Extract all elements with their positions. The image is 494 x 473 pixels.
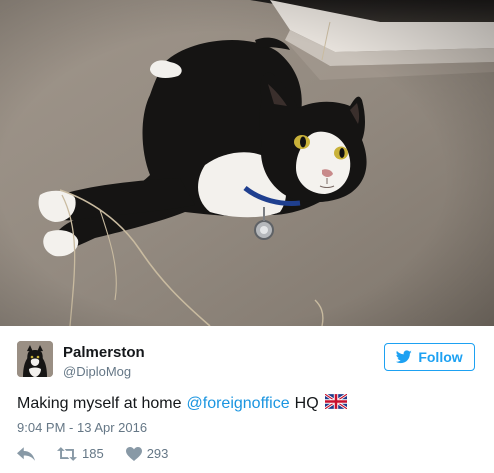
retweet-icon xyxy=(57,446,77,461)
retweet-button[interactable]: 185 xyxy=(57,446,104,461)
reply-icon xyxy=(17,446,35,461)
uk-flag-icon xyxy=(323,392,348,414)
tweet-timestamp[interactable]: 9:04 PM - 13 Apr 2016 xyxy=(17,420,147,435)
cat-photo-image xyxy=(0,0,494,326)
tweet-text: Making myself at home @foreignoffice HQ xyxy=(17,392,348,414)
tweet-actions: 185 293 xyxy=(17,446,168,461)
avatar-image xyxy=(17,341,53,377)
author-name[interactable]: Palmerston xyxy=(63,344,145,361)
tweet-photo[interactable] xyxy=(0,0,494,326)
retweet-count: 185 xyxy=(82,446,104,461)
tweet-text-part: Making myself at home xyxy=(17,395,182,412)
reply-button[interactable] xyxy=(17,446,35,461)
heart-icon xyxy=(125,446,142,461)
like-button[interactable]: 293 xyxy=(125,446,169,461)
mention-link[interactable]: @foreignoffice xyxy=(187,395,290,413)
tweet-text-part: HQ xyxy=(294,395,319,412)
follow-label: Follow xyxy=(418,349,463,365)
twitter-bird-icon xyxy=(396,350,413,364)
follow-button[interactable]: Follow xyxy=(384,343,475,371)
embedded-tweet: Palmerston @DiploMog Follow Making mysel… xyxy=(0,0,494,473)
author-handle[interactable]: @DiploMog xyxy=(63,364,131,379)
author-avatar[interactable] xyxy=(17,341,53,377)
like-count: 293 xyxy=(146,446,169,461)
